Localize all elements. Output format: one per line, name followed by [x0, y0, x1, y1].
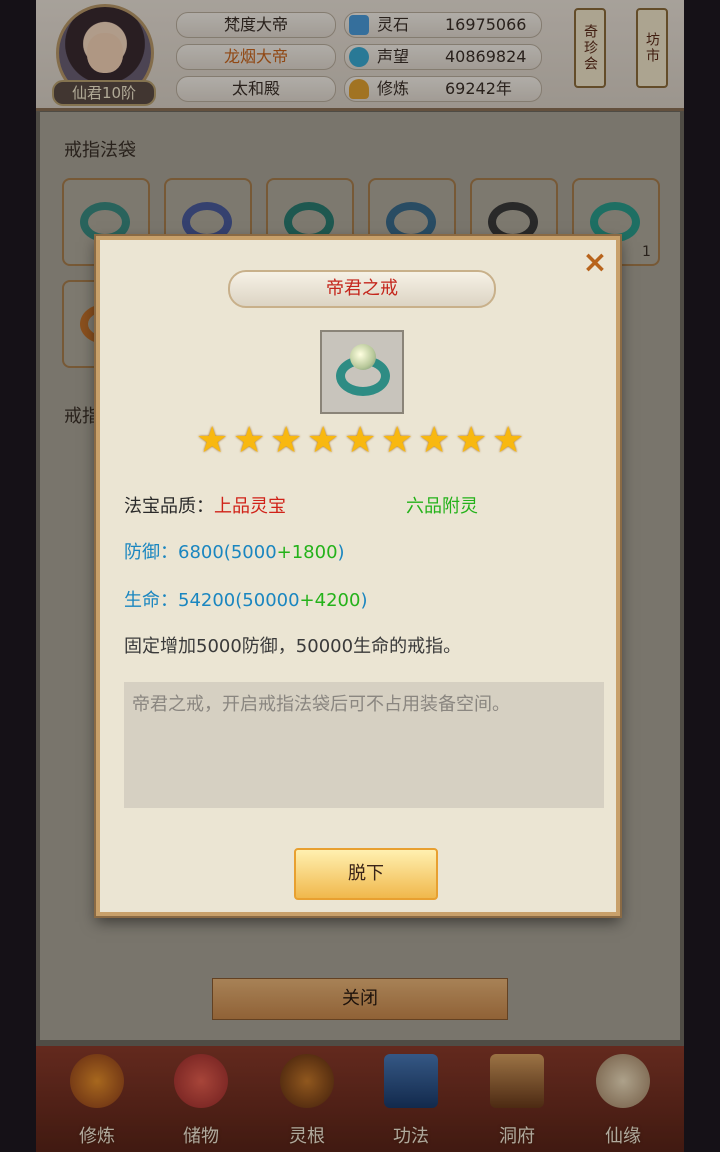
quality-value: 上品灵宝: [214, 496, 286, 517]
effect-text: 固定增加5000防御，50000生命的戒指。: [124, 636, 462, 657]
star-icon: ★: [344, 420, 377, 461]
item-detail-dialog: × 帝君之戒 ★ ★ ★ ★ ★ ★ ★ ★ ★ 法宝品质：上品灵宝 六品附灵 防御：6800(…: [96, 236, 620, 916]
star-icon: ★: [196, 420, 229, 461]
enchant-level: 六品附灵: [406, 496, 478, 517]
close-icon[interactable]: ×: [580, 248, 610, 278]
star-icon: ★: [307, 420, 340, 461]
star-icon: ★: [455, 420, 488, 461]
defense-row: 防御：6800(5000+1800): [124, 542, 345, 563]
star-icon: ★: [492, 420, 525, 461]
quality-row: 法宝品质：上品灵宝: [124, 496, 286, 517]
description-box: 帝君之戒，开启戒指法袋后可不占用装备空间。: [124, 682, 604, 808]
star-icon: ★: [381, 420, 414, 461]
item-image: [320, 330, 404, 414]
unequip-button[interactable]: 脱下: [294, 848, 438, 900]
life-row: 生命：54200(50000+4200): [124, 590, 368, 611]
item-title: 帝君之戒: [228, 270, 496, 308]
star-icon: ★: [233, 420, 266, 461]
star-rating: ★ ★ ★ ★ ★ ★ ★ ★ ★: [196, 420, 526, 464]
star-icon: ★: [270, 420, 303, 461]
star-icon: ★: [418, 420, 451, 461]
